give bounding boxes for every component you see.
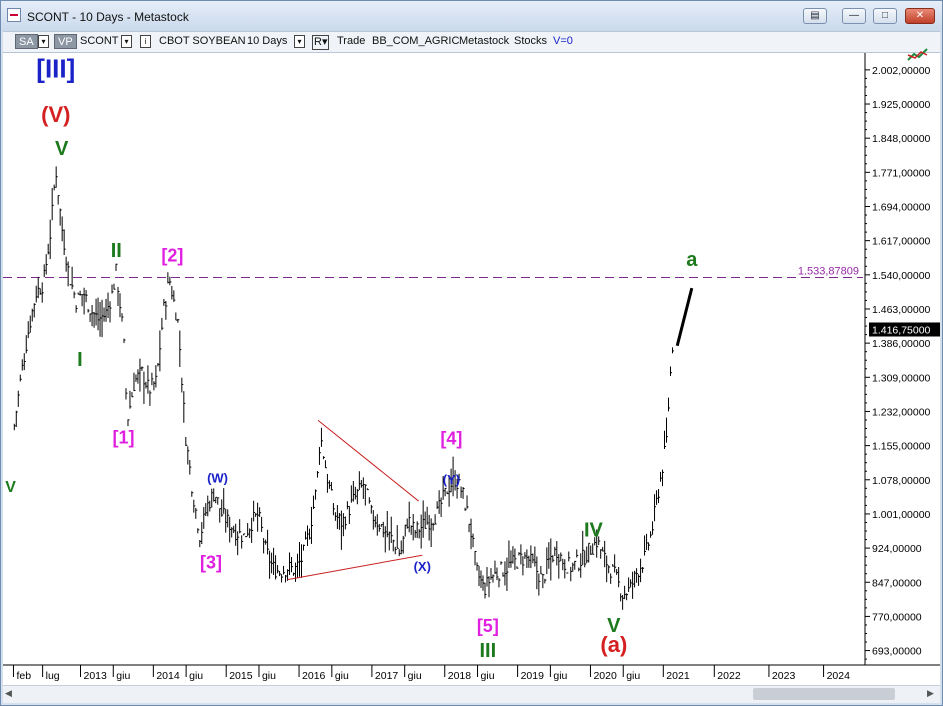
x-tick-label: giu [481,670,495,682]
wave-label: III [479,640,496,662]
x-tick-label: giu [626,670,640,682]
horizontal-scrollbar[interactable]: ◀ ▶ [3,685,940,703]
info-icon[interactable]: i [140,35,151,48]
y-tick-label: 693,00000 [872,646,922,658]
x-tick-label: giu [262,670,276,682]
period-label: 10 Days [247,35,288,47]
y-tick-label: 847,00000 [872,577,922,589]
chart-app-icon [7,8,21,22]
resistance-line-label: 1.533,87809 [798,266,859,278]
metastock-window: SCONT - 10 Days - Metastock ▤ — □ ✕ SA ▾… [0,0,943,706]
window-title: SCONT - 10 Days - Metastock [27,10,189,24]
wave-label: I [77,349,83,371]
projection-line [675,287,694,347]
x-tick-label: 2021 [666,670,690,682]
x-tick-label: giu [335,670,349,682]
x-tick-label: lug [46,670,60,682]
y-tick-label: 1.386,00000 [872,338,931,350]
wave-label: V [5,479,16,496]
y-tick-label: 1.694,00000 [872,201,931,213]
x-tick-label: giu [553,670,567,682]
y-tick-label: 1.078,00000 [872,475,931,487]
scrollbar-thumb[interactable] [753,688,895,700]
y-tick-label: 1.848,00000 [872,133,931,145]
description-label: CBOT SOYBEAN [159,35,246,47]
x-tick-label: 2022 [717,670,741,682]
x-tick-label: feb [16,670,31,682]
wave-label: [5] [477,616,499,636]
y-tick-label: 1.771,00000 [872,167,931,179]
maximize-button[interactable]: □ [873,8,897,24]
triangle-line [287,554,423,581]
wave-label: II [111,240,122,262]
minimize-button[interactable]: — [842,8,866,24]
r-button[interactable]: R▾ [312,35,330,50]
sa-dropdown-icon[interactable]: ▾ [38,35,49,48]
x-tick-label: 2024 [827,670,851,682]
y-tick-label: 1.540,00000 [872,270,931,282]
y-tick-label: 1.001,00000 [872,509,931,521]
market-label: Stocks [514,35,548,47]
wave-label: (W) [207,470,228,485]
y-tick-label: 1.463,00000 [872,304,931,316]
wave-label: V [55,138,69,160]
x-tick-label: giu [408,670,422,682]
scroll-right-icon[interactable]: ▶ [927,688,934,699]
wave-label: (V) [41,102,70,127]
mode-label: Trade [337,35,366,47]
layout-icon[interactable]: ▤ [803,8,827,24]
x-tick-label: 2013 [83,670,107,682]
wave-label: [3] [200,553,222,573]
wave-label: a [686,249,698,271]
sa-button[interactable]: SA [15,34,38,49]
last-price-label: 1.416,75000 [872,324,931,336]
r-button-label: R [314,36,322,48]
x-tick-label: 2023 [772,670,796,682]
wave-label: (Y) [443,472,460,487]
wave-label: (X) [414,559,431,574]
x-tick-label: 2014 [156,670,180,682]
x-tick-label: giu [116,670,130,682]
symbol-dropdown-icon[interactable]: ▾ [121,35,132,48]
volume-label: V=0 [553,35,573,47]
price-chart[interactable]: 2.002,00000 1.925,00000 1.848,00000 1.771,0… [3,53,940,686]
y-tick-label: 1.155,00000 [872,441,931,453]
y-tick-label: 1.232,00000 [872,406,931,418]
provider-label: Metastock [459,35,510,47]
x-tick-label: 2015 [229,670,253,682]
close-button[interactable]: ✕ [905,8,935,24]
x-tick-label: 2020 [593,670,617,682]
chart-svg: 2.002,00000 1.925,00000 1.848,00000 1.771,0… [3,53,940,682]
y-tick-label: 1.309,00000 [872,372,931,384]
wave-label: (a) [600,632,627,657]
y-tick-label: 924,00000 [872,543,922,555]
wave-label: IV [584,520,604,542]
chart-toolbar: SA ▾ VP SCONT ▾ i CBOT SOYBEAN 10 Days ▾… [3,31,940,53]
scroll-left-icon[interactable]: ◀ [5,688,12,699]
wave-label: [1] [113,427,135,447]
x-tick-label: 2016 [302,670,326,682]
symbol-label: SCONT [80,35,119,47]
y-tick-label: 2.002,00000 [872,65,931,77]
x-tick-label: 2019 [521,670,545,682]
x-tick-label: 2018 [448,670,472,682]
y-tick-label: 1.617,00000 [872,236,931,248]
wave-label: [III] [36,53,75,83]
y-tick-label: 770,00000 [872,611,922,623]
wave-label: [2] [161,246,183,266]
x-tick-label: giu [189,670,203,682]
chart-settings-icon[interactable] [907,47,929,63]
triangle-line [317,419,419,502]
vp-button[interactable]: VP [54,34,77,49]
source-label: BB_COM_AGRIC [372,35,460,47]
y-tick-label: 1.925,00000 [872,99,931,111]
x-tick-label: 2017 [375,670,399,682]
period-dropdown-icon[interactable]: ▾ [294,35,305,48]
title-bar[interactable]: SCONT - 10 Days - Metastock ▤ — □ ✕ [1,1,942,31]
wave-label: [4] [440,428,462,448]
